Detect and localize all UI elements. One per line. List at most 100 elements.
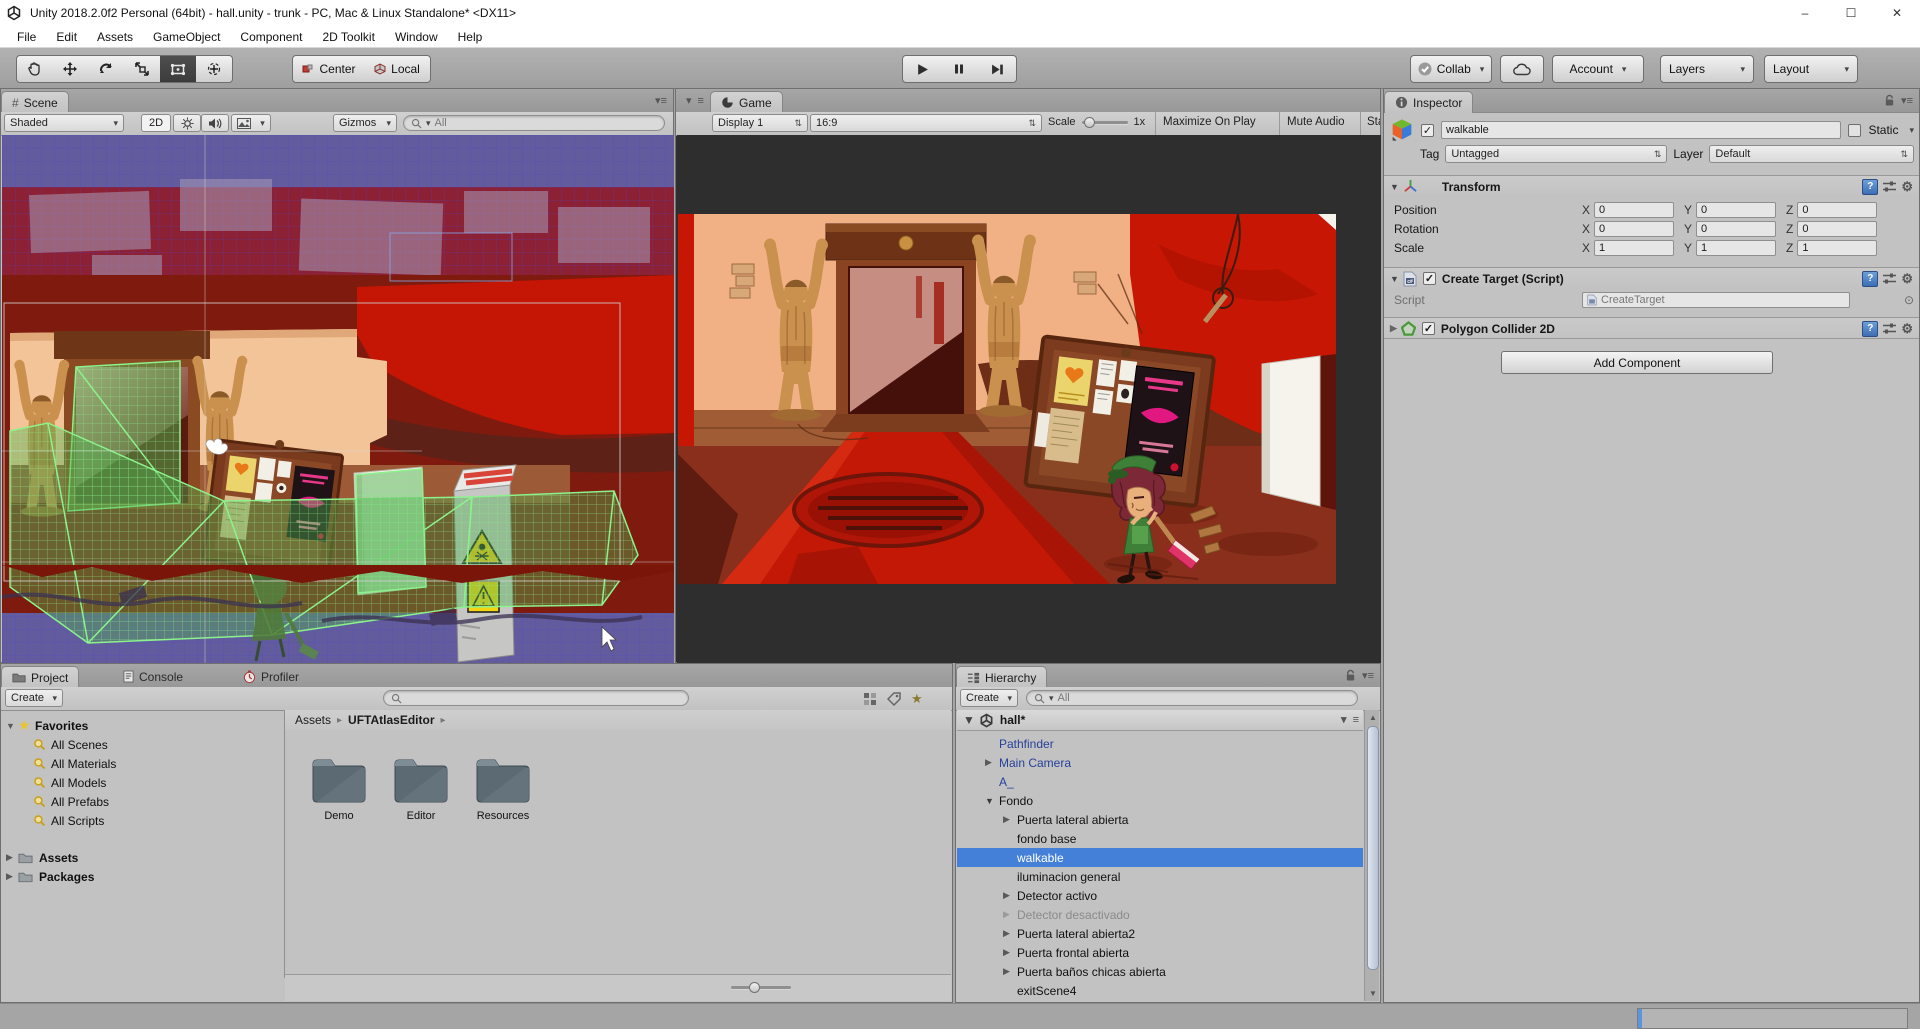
scale-tool-button[interactable] [124,55,161,83]
project-create-dropdown[interactable]: Create ▾ [5,689,63,707]
collider-component-header[interactable]: ▶ ✓ Polygon Collider 2D ? ⚙ [1384,317,1919,339]
menu-edit[interactable]: Edit [47,28,86,46]
hierarchy-item-main-camera[interactable]: ▶Main Camera [957,753,1363,772]
hierarchy-lock-icon[interactable] [1345,669,1356,682]
hierarchy-scrollbar[interactable]: ▲ ▼ [1364,710,1379,1001]
menu-2d-toolkit[interactable]: 2D Toolkit [313,28,383,46]
cloud-button[interactable] [1500,55,1544,83]
hierarchy-item-puerta-banos-chicas-abierta[interactable]: ▶Puerta baños chicas abierta [957,962,1363,981]
account-button[interactable]: Account ▾ [1552,55,1644,83]
scene-header-row[interactable]: ▼ hall* ▾≡ [957,710,1363,731]
scene-foldout-arrow[interactable]: ▼ [963,713,975,727]
rotation-x-field[interactable]: 0 [1594,221,1674,237]
tab-inspector[interactable]: Inspector [1384,91,1473,113]
game-viewport[interactable] [677,135,1381,663]
hierarchy-item-a[interactable]: A_ [957,772,1363,791]
menu-help[interactable]: Help [449,28,492,46]
collider-enabled-checkbox[interactable]: ✓ [1422,322,1435,335]
maximize-on-play-toggle[interactable]: Maximize On Play [1163,116,1256,128]
gizmos-dropdown[interactable]: Gizmos ▾ [333,114,397,132]
hand-tool-button[interactable] [16,55,54,83]
folder-label[interactable]: Resources [463,810,543,822]
collider-help-icon[interactable]: ? [1862,321,1878,337]
favorite-item-all-prefabs[interactable]: All Prefabs [1,792,284,811]
stats-toggle[interactable]: Stats [1367,116,1380,128]
game-scale-slider[interactable] [1082,116,1128,128]
mute-audio-toggle[interactable]: Mute Audio [1287,116,1345,128]
script-component-header[interactable]: ▼ c# ✓ Create Target (Script) ? ⚙ [1384,267,1919,289]
scroll-down-arrow[interactable]: ▼ [1369,989,1377,998]
active-checkbox[interactable]: ✓ [1421,124,1434,137]
step-button[interactable] [978,55,1017,83]
favorite-item-all-scenes[interactable]: All Scenes [1,735,284,754]
scale-x-field[interactable]: 1 [1594,240,1674,256]
tab-game[interactable]: Game [710,91,783,113]
transform-tool-button[interactable] [196,55,233,83]
collider-gear-icon[interactable]: ⚙ [1901,321,1913,337]
script-enabled-checkbox[interactable]: ✓ [1423,272,1436,285]
project-grid[interactable]: Demo Editor Resources [285,730,951,975]
pivot-toggle-button[interactable]: Center [292,55,366,83]
folder-icon[interactable] [393,758,449,804]
favorite-item-all-materials[interactable]: All Materials [1,754,284,773]
hierarchy-item-fondo-base[interactable]: fondo base [957,829,1363,848]
hierarchy-item-pathfinder[interactable]: Pathfinder [957,734,1363,753]
hierarchy-item-walkable[interactable]: walkable [957,848,1363,867]
folder-label[interactable]: Editor [381,810,461,822]
hierarchy-item-puerta-frontal-abierta[interactable]: ▶Puerta frontal abierta [957,943,1363,962]
rect-tool-button[interactable] [160,55,197,83]
scene-audio-toggle[interactable] [201,114,229,132]
favorite-item-all-scripts[interactable]: All Scripts [1,811,284,830]
game-panel-menu-icon[interactable]: ▾≡ [686,94,704,107]
maximize-button[interactable]: ☐ [1828,0,1874,26]
play-button[interactable] [902,55,942,83]
scale-z-field[interactable]: 1 [1797,240,1877,256]
object-name-field[interactable]: walkable [1441,121,1841,139]
space-toggle-button[interactable]: Local [364,55,431,83]
layer-dropdown[interactable]: Default ⇅ [1709,145,1914,163]
tab-hierarchy[interactable]: Hierarchy [956,666,1047,688]
scene-lighting-toggle[interactable] [173,114,201,132]
static-checkbox[interactable] [1848,124,1861,137]
position-y-field[interactable]: 0 [1696,202,1776,218]
scene-row-menu-icon[interactable]: ▾≡ [1341,713,1359,726]
minimize-button[interactable]: – [1782,0,1828,26]
favorite-item-all-models[interactable]: All Models [1,773,284,792]
rotation-z-field[interactable]: 0 [1797,221,1877,237]
lock-icon[interactable] [1884,94,1895,107]
scroll-up-arrow[interactable]: ▲ [1369,713,1377,722]
folder-label[interactable]: Demo [299,810,379,822]
menu-window[interactable]: Window [386,28,447,46]
assets-root[interactable]: ▶ Assets [1,848,284,867]
transform-header[interactable]: ▼ Transform ? ⚙ [1384,175,1919,197]
breadcrumb-root[interactable]: Assets [295,713,331,727]
scale-y-field[interactable]: 1 [1696,240,1776,256]
hierarchy-panel-menu-icon[interactable]: ▾≡ [1362,669,1374,682]
script-foldout-arrow[interactable]: ▼ [1390,274,1399,284]
menu-component[interactable]: Component [231,28,311,46]
scene-search-input[interactable]: ▾ All [403,115,665,131]
tab-profiler[interactable]: Profiler [233,666,309,687]
collab-button[interactable]: Collab ▾ [1410,55,1492,83]
transform-help-icon[interactable]: ? [1862,179,1878,195]
aspect-dropdown[interactable]: 16:9 ⇅ [810,114,1042,132]
project-search-input[interactable] [383,690,689,706]
hierarchy-item-detector-activo[interactable]: ▶Detector activo [957,886,1363,905]
hierarchy-item-iluminacion-general[interactable]: iluminacion general [957,867,1363,886]
layers-button[interactable]: Layers ▾ [1660,55,1754,83]
layout-button[interactable]: Layout ▾ [1764,55,1858,83]
rotate-tool-button[interactable] [88,55,125,83]
scene-viewport[interactable] [2,135,674,663]
hierarchy-create-dropdown[interactable]: Create ▾ [960,689,1018,707]
move-tool-button[interactable] [52,55,89,83]
favorites-root[interactable]: ▼ ★ Favorites [1,716,284,735]
position-z-field[interactable]: 0 [1797,202,1877,218]
favorites-foldout-arrow[interactable]: ▼ [6,721,15,731]
assets-foldout-arrow[interactable]: ▶ [6,852,13,863]
tab-project[interactable]: Project [1,666,79,688]
hierarchy-item-exitscene4[interactable]: exitScene4 [957,981,1363,1000]
menu-assets[interactable]: Assets [88,28,142,46]
hierarchy-item-puerta-lateral-abierta[interactable]: ▶Puerta lateral abierta [957,810,1363,829]
scene-effects-dropdown[interactable]: ▾ [231,114,271,132]
script-gear-icon[interactable]: ⚙ [1901,271,1913,287]
